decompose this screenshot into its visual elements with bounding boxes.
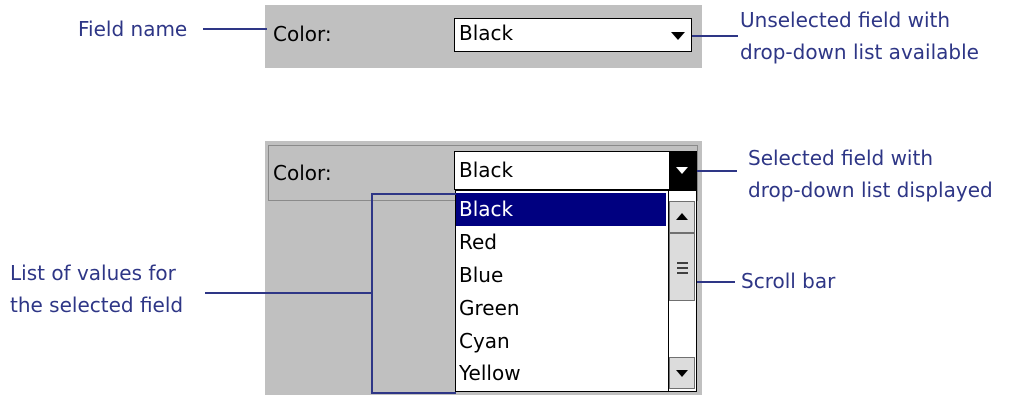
- list-bracket-top: [371, 193, 456, 195]
- scroll-bar-leader-line: [697, 281, 735, 283]
- callout-list-values-line1: List of values for: [10, 261, 176, 285]
- callout-unselected: Unselected field with drop-down list ava…: [740, 4, 979, 68]
- selected-leader-line: [697, 170, 737, 172]
- callout-scroll-bar: Scroll bar: [741, 269, 836, 293]
- field-name-leader-line: [203, 28, 267, 30]
- list-item[interactable]: Yellow: [456, 357, 666, 390]
- callout-list-values: List of values for the selected field: [10, 257, 183, 321]
- list-item[interactable]: Red: [456, 226, 666, 259]
- list-values-leader-line: [205, 292, 372, 294]
- scroll-thumb-grip-icon: [677, 272, 688, 274]
- scroll-thumb[interactable]: [669, 233, 695, 301]
- scroll-thumb-grip-icon: [677, 262, 688, 264]
- scroll-thumb-grip-icon: [677, 267, 688, 269]
- bottom-field-label: Color:: [273, 161, 332, 185]
- callout-selected-line1: Selected field with: [748, 146, 933, 170]
- callout-field-name: Field name: [78, 17, 188, 41]
- callout-selected-line2: drop-down list displayed: [748, 178, 993, 202]
- callout-unselected-line1: Unselected field with: [740, 8, 951, 32]
- scroll-down-button[interactable]: [669, 357, 695, 389]
- list-item[interactable]: Cyan: [456, 325, 666, 358]
- callout-unselected-line2: drop-down list available: [740, 40, 979, 64]
- list-item[interactable]: Green: [456, 292, 666, 325]
- dropdown-button[interactable]: [669, 152, 696, 189]
- callout-selected: Selected field with drop-down list displ…: [748, 142, 993, 206]
- bottom-dropdown-value: Black: [459, 158, 514, 182]
- unselected-leader-line: [692, 35, 738, 37]
- scroll-bar[interactable]: [668, 191, 696, 391]
- list-bracket-bottom: [371, 392, 456, 394]
- bottom-color-dropdown[interactable]: Black: [454, 151, 697, 190]
- scroll-up-button[interactable]: [669, 201, 695, 233]
- dropdown-arrow-icon[interactable]: [671, 32, 685, 40]
- dropdown-arrow-icon: [676, 167, 688, 174]
- dropdown-list[interactable]: Black Red Blue Green Cyan Yellow: [455, 190, 697, 392]
- top-field-label: Color:: [273, 22, 332, 46]
- callout-list-values-line2: the selected field: [10, 293, 184, 317]
- top-dropdown-value: Black: [459, 21, 514, 45]
- top-color-dropdown[interactable]: Black: [454, 18, 692, 52]
- scroll-up-icon: [676, 213, 688, 220]
- list-item[interactable]: Blue: [456, 259, 666, 292]
- list-item[interactable]: Black: [456, 193, 666, 226]
- scroll-down-icon: [676, 370, 688, 377]
